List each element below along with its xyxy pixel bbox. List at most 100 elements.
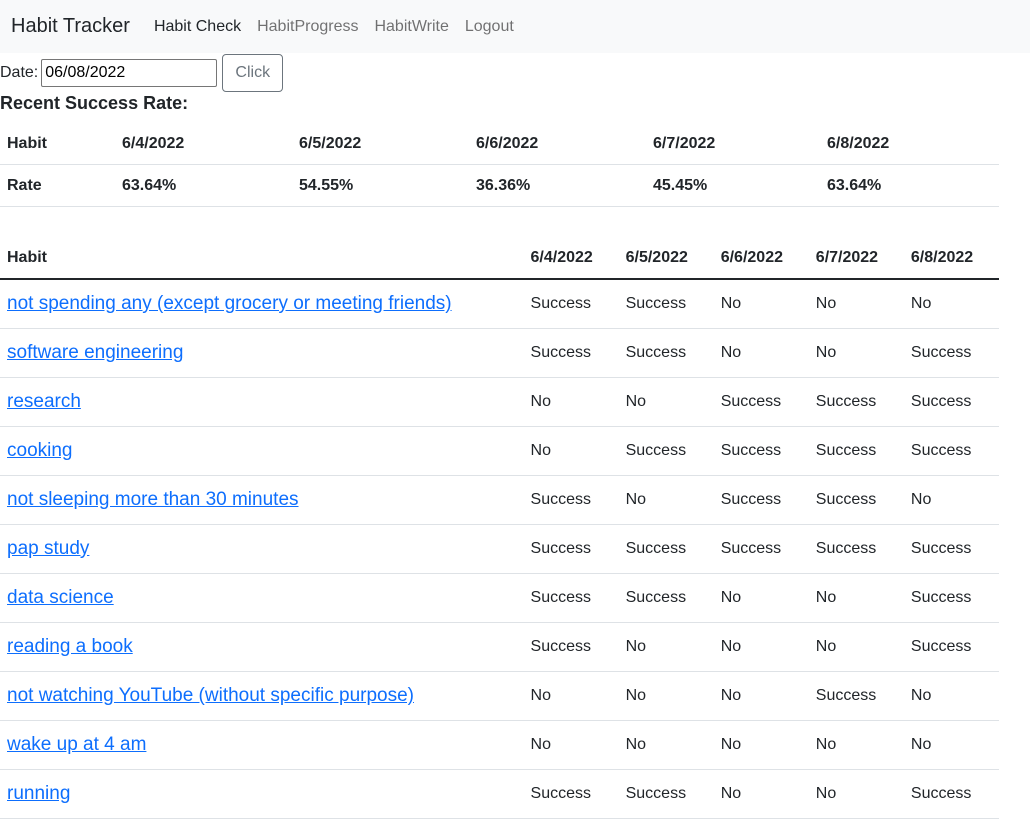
habit-link[interactable]: pap study [7, 538, 89, 559]
status-cell: Success [903, 622, 999, 672]
click-button[interactable]: Click [222, 54, 284, 92]
habit-header-habit: Habit [0, 238, 524, 280]
rate-value: 63.64% [115, 164, 292, 207]
success-rate-table: Habit 6/4/2022 6/5/2022 6/6/2022 6/7/202… [0, 124, 999, 207]
habit-link[interactable]: cooking [7, 440, 73, 461]
habit-name-cell: cooking [0, 426, 524, 476]
habit-name-cell: software engineering [0, 328, 524, 378]
habit-header-date: 6/8/2022 [903, 238, 999, 280]
habit-link[interactable]: research [7, 391, 81, 412]
habit-name-cell: research [0, 377, 524, 427]
rate-header-row: Habit 6/4/2022 6/5/2022 6/6/2022 6/7/202… [0, 124, 999, 165]
status-cell: No [523, 720, 619, 770]
nav-link-habit-check[interactable]: Habit Check [154, 18, 241, 36]
status-cell: No [808, 573, 904, 623]
habit-header-row: Habit 6/4/2022 6/5/2022 6/6/2022 6/7/202… [0, 238, 999, 280]
status-cell: Success [808, 671, 904, 721]
brand-title[interactable]: Habit Tracker [11, 15, 130, 38]
habit-link[interactable]: not sleeping more than 30 minutes [7, 489, 299, 510]
habit-link[interactable]: not watching YouTube (without specific p… [7, 685, 414, 706]
status-cell: Success [618, 573, 714, 623]
habit-name-cell: reading a book [0, 622, 524, 672]
table-row: not watching YouTube (without specific p… [0, 671, 999, 721]
status-cell: No [618, 720, 714, 770]
table-row: wake up at 4 am No No No No No [0, 720, 999, 770]
rate-header-date: 6/4/2022 [115, 124, 292, 165]
table-row: pap study Success Success Success Succes… [0, 524, 999, 574]
status-cell: No [523, 426, 619, 476]
status-cell: Success [903, 524, 999, 574]
table-row: research No No Success Success Success [0, 377, 999, 427]
status-cell: Success [618, 426, 714, 476]
status-cell: Success [523, 279, 619, 329]
status-cell: Success [523, 622, 619, 672]
table-row: cooking No Success Success Success Succe… [0, 426, 999, 476]
rate-value: 36.36% [469, 164, 646, 207]
table-row: software engineering Success Success No … [0, 328, 999, 378]
rate-header-date: 6/6/2022 [469, 124, 646, 165]
habit-name-cell: not watching YouTube (without specific p… [0, 671, 524, 721]
status-cell: No [523, 671, 619, 721]
habit-name-cell: running [0, 769, 524, 819]
habit-header-date: 6/7/2022 [808, 238, 904, 280]
status-cell: No [903, 720, 999, 770]
status-cell: Success [903, 426, 999, 476]
rate-header-date: 6/8/2022 [820, 124, 999, 165]
nav-link-habit-progress[interactable]: HabitProgress [257, 18, 358, 36]
habit-link[interactable]: data science [7, 587, 114, 608]
status-cell: No [903, 475, 999, 525]
status-cell: Success [618, 328, 714, 378]
habit-link[interactable]: software engineering [7, 342, 183, 363]
status-cell: Success [903, 328, 999, 378]
rate-header-date: 6/5/2022 [292, 124, 469, 165]
status-cell: Success [808, 475, 904, 525]
status-cell: Success [523, 769, 619, 819]
rate-value: 54.55% [292, 164, 469, 207]
habit-link[interactable]: wake up at 4 am [7, 734, 146, 755]
status-cell: Success [903, 769, 999, 819]
status-cell: Success [523, 328, 619, 378]
status-cell: Success [713, 426, 809, 476]
status-cell: No [713, 328, 809, 378]
status-cell: Success [903, 573, 999, 623]
status-cell: No [618, 475, 714, 525]
date-form: Date: Click [0, 54, 284, 92]
habit-header-date: 6/6/2022 [713, 238, 809, 280]
habit-name-cell: pap study [0, 524, 524, 574]
status-cell: No [523, 377, 619, 427]
status-cell: No [808, 328, 904, 378]
status-cell: Success [618, 279, 714, 329]
status-cell: No [903, 279, 999, 329]
habit-link[interactable]: reading a book [7, 636, 133, 657]
nav-link-habit-write[interactable]: HabitWrite [374, 18, 448, 36]
date-input[interactable] [41, 59, 218, 87]
status-cell: Success [523, 524, 619, 574]
status-cell: Success [618, 524, 714, 574]
status-cell: No [808, 720, 904, 770]
status-cell: No [903, 671, 999, 721]
rate-label: Rate [0, 164, 115, 207]
status-cell: No [713, 279, 809, 329]
rate-header-habit: Habit [0, 124, 115, 165]
table-row: data science Success Success No No Succe… [0, 573, 999, 623]
habit-link[interactable]: not spending any (except grocery or meet… [7, 293, 452, 314]
habit-name-cell: wake up at 4 am [0, 720, 524, 770]
date-label: Date: [0, 64, 39, 81]
status-cell: No [713, 573, 809, 623]
habit-header-date: 6/5/2022 [618, 238, 714, 280]
table-row: reading a book Success No No No Success [0, 622, 999, 672]
status-cell: Success [713, 524, 809, 574]
status-cell: No [618, 622, 714, 672]
status-cell: Success [618, 769, 714, 819]
habit-name-cell: not spending any (except grocery or meet… [0, 279, 524, 329]
habit-status-table: Habit 6/4/2022 6/5/2022 6/6/2022 6/7/202… [0, 238, 999, 819]
status-cell: No [713, 622, 809, 672]
habit-header-date: 6/4/2022 [523, 238, 619, 280]
habit-link[interactable]: running [7, 783, 70, 804]
status-cell: No [808, 622, 904, 672]
status-cell: Success [903, 377, 999, 427]
table-row: not spending any (except grocery or meet… [0, 279, 999, 329]
table-row: running Success Success No No Success [0, 769, 999, 819]
nav-link-logout[interactable]: Logout [465, 18, 514, 36]
status-cell: No [713, 720, 809, 770]
